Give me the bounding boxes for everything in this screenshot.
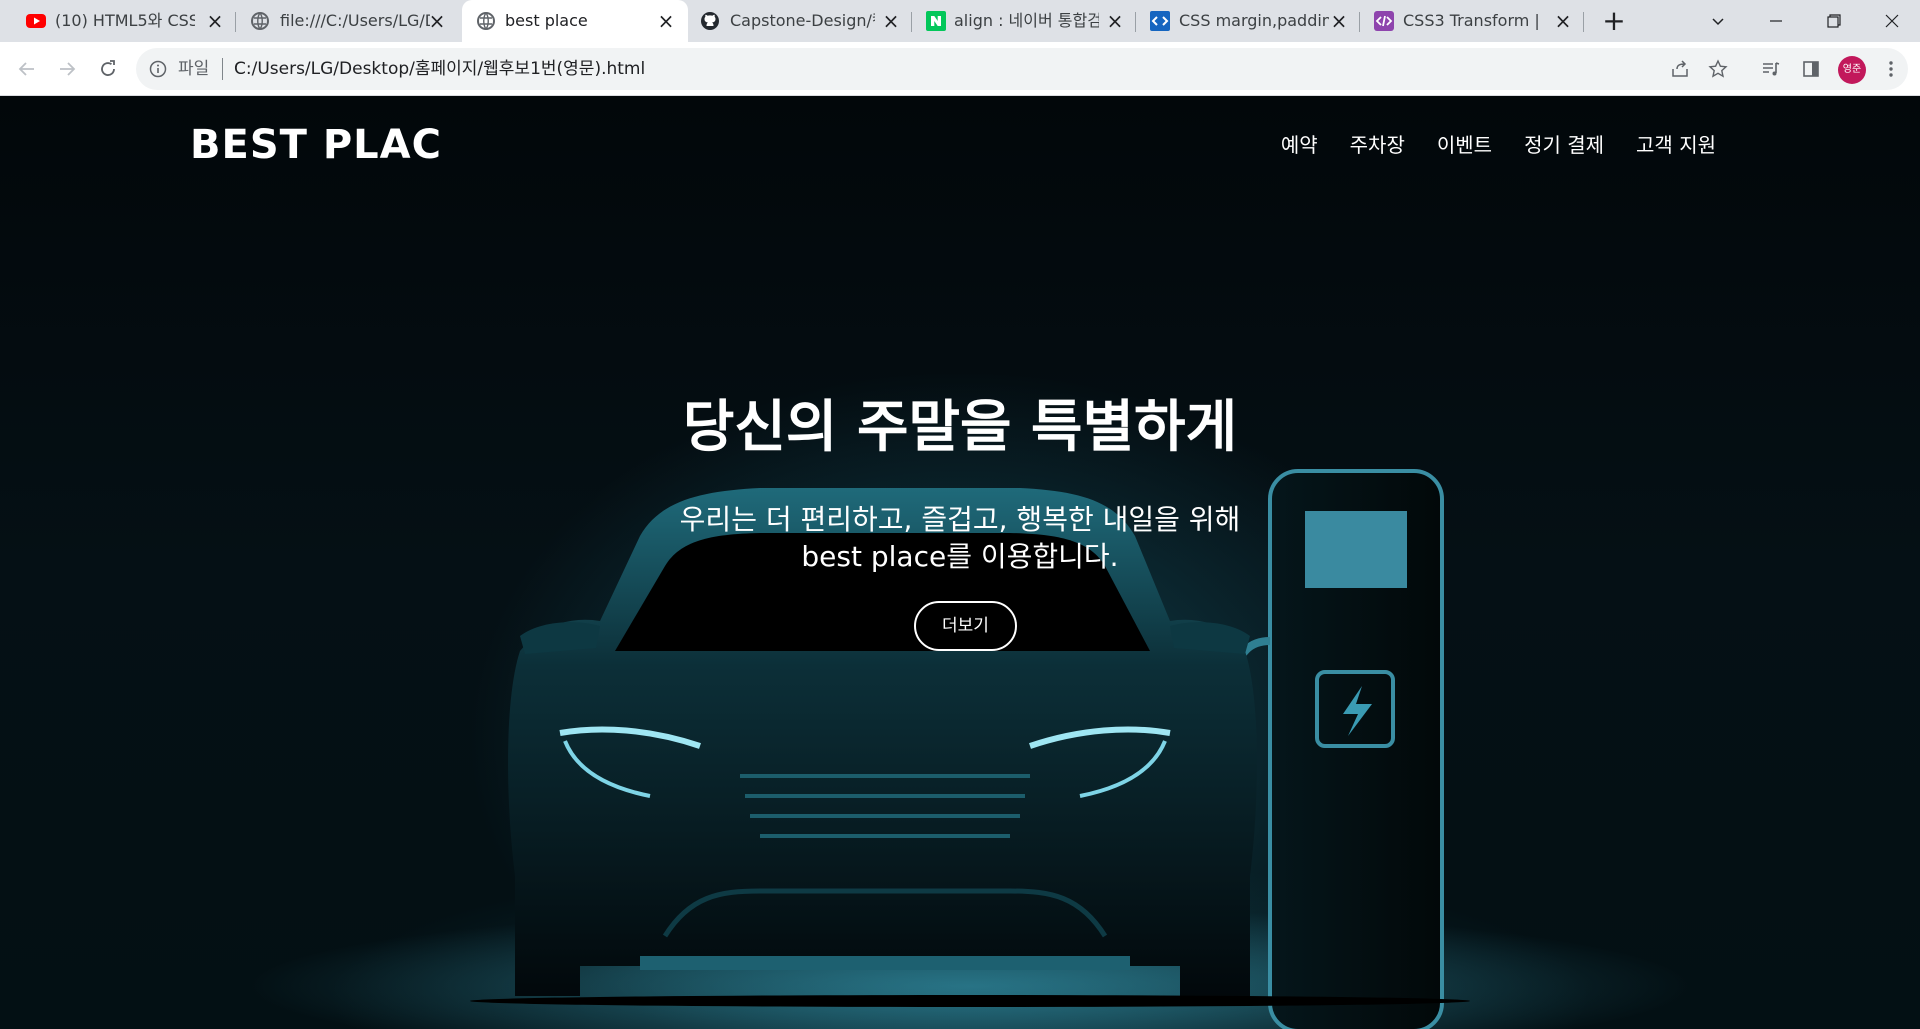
nav-events[interactable]: 이벤트 [1437, 133, 1492, 157]
tab-file[interactable]: file:///C:/Users/LG/De × [230, 0, 460, 42]
best-place-logo[interactable]: BEST PLACE [190, 120, 445, 164]
chevron-down-icon [1712, 18, 1724, 26]
nav-reservation[interactable]: 예약 [1281, 133, 1318, 157]
restore-button[interactable] [1806, 0, 1862, 42]
minimize-icon [1770, 20, 1782, 22]
tab-github[interactable]: Capstone-Design/캡스 × [690, 0, 912, 42]
reload-icon [101, 60, 115, 76]
url-text[interactable]: C:/Users/LG/Desktop/홈페이지/웹후보1번(영문).html [234, 58, 645, 80]
close-icon[interactable]: × [1328, 10, 1350, 32]
menu-button[interactable] [1877, 55, 1905, 83]
bookmark-button[interactable] [1704, 55, 1732, 83]
tab-separator [1583, 12, 1584, 32]
close-icon[interactable]: × [655, 10, 677, 32]
share-icon [1672, 60, 1688, 77]
forward-button[interactable] [52, 54, 82, 84]
kebab-menu-icon [1889, 61, 1893, 77]
tab-naver[interactable]: align : 네이버 통합검 × [912, 0, 1136, 42]
code-icon [1150, 11, 1170, 31]
tab-css-margin[interactable]: CSS margin,padding × [1136, 0, 1360, 42]
close-icon[interactable]: × [1104, 10, 1126, 32]
tab-title: CSS3 Transform | Poi [1403, 11, 1545, 30]
more-button[interactable]: 더보기 [914, 601, 1017, 651]
nav-parking[interactable]: 주차장 [1350, 133, 1405, 157]
tab-title: CSS margin,padding [1179, 11, 1329, 30]
github-icon [701, 12, 719, 30]
logo-text: BEST PLACE [190, 122, 445, 164]
share-button[interactable] [1666, 55, 1694, 83]
tab-title: Capstone-Design/캡스 [730, 11, 875, 30]
tab-strip: (10) HTML5와 CSS3를 × file:///C:/Users/LG/… [0, 0, 1920, 42]
tab-youtube[interactable]: (10) HTML5와 CSS3를 × [0, 0, 230, 42]
side-panel-button[interactable] [1797, 55, 1825, 83]
globe-icon [251, 12, 269, 30]
tab-title: file:///C:/Users/LG/De [280, 11, 430, 30]
close-icon[interactable]: × [204, 10, 226, 32]
naver-icon [926, 11, 946, 31]
hero-subtitle-line1: 우리는 더 편리하고, 즐겁고, 행복한 내일을 위해 [679, 503, 1241, 536]
youtube-icon [26, 14, 46, 28]
close-icon[interactable]: × [426, 10, 448, 32]
scheme-label: 파일 [178, 59, 210, 79]
hero-title: 당신의 주말을 특별하게 [682, 395, 1238, 460]
reload-button[interactable] [93, 54, 123, 84]
close-icon[interactable]: × [1552, 10, 1574, 32]
tab-css-transform[interactable]: CSS3 Transform | Poi × [1360, 0, 1584, 42]
page-viewport: BEST PLACE 예약 주차장 이벤트 정기 결제 고객 지원 당신의 주말… [0, 96, 1920, 1029]
nav-subscription[interactable]: 정기 결제 [1524, 133, 1604, 157]
star-icon [1708, 59, 1728, 78]
minimize-button[interactable] [1748, 0, 1804, 42]
back-arrow-icon [18, 62, 34, 76]
back-button[interactable] [12, 54, 42, 84]
new-tab-button[interactable]: + [1599, 7, 1629, 37]
browser-toolbar: 파일 C:/Users/LG/Desktop/홈페이지/웹후보1번(영문).ht… [0, 42, 1920, 96]
close-icon [1885, 14, 1899, 28]
main-nav: 예약 주차장 이벤트 정기 결제 고객 지원 [1281, 133, 1716, 157]
nav-support[interactable]: 고객 지원 [1636, 133, 1716, 157]
playlist-icon [1763, 62, 1780, 76]
tab-best-place[interactable]: best place × [462, 0, 688, 42]
tab-title: (10) HTML5와 CSS3를 [55, 11, 195, 30]
tab-search-button[interactable] [1690, 0, 1746, 42]
hero-subtitle: 우리는 더 편리하고, 즐겁고, 행복한 내일을 위해 best place를 … [0, 501, 1920, 575]
tab-title: align : 네이버 통합검 [954, 11, 1099, 30]
close-window-button[interactable] [1864, 0, 1920, 42]
profile-avatar[interactable]: 영준 [1838, 56, 1866, 84]
address-divider [222, 58, 223, 80]
tab-title: best place [505, 11, 588, 30]
forward-arrow-icon [60, 62, 76, 76]
reading-list-button[interactable] [1757, 55, 1785, 83]
address-bar[interactable]: 파일 C:/Users/LG/Desktop/홈페이지/웹후보1번(영문).ht… [136, 48, 1908, 90]
side-panel-icon [1803, 61, 1819, 77]
globe-icon [477, 12, 495, 30]
restore-icon [1827, 14, 1841, 28]
info-icon[interactable] [148, 59, 168, 79]
close-icon[interactable]: × [880, 10, 902, 32]
code-icon [1374, 11, 1394, 31]
hero-subtitle-line2: best place를 이용합니다. [801, 540, 1119, 573]
